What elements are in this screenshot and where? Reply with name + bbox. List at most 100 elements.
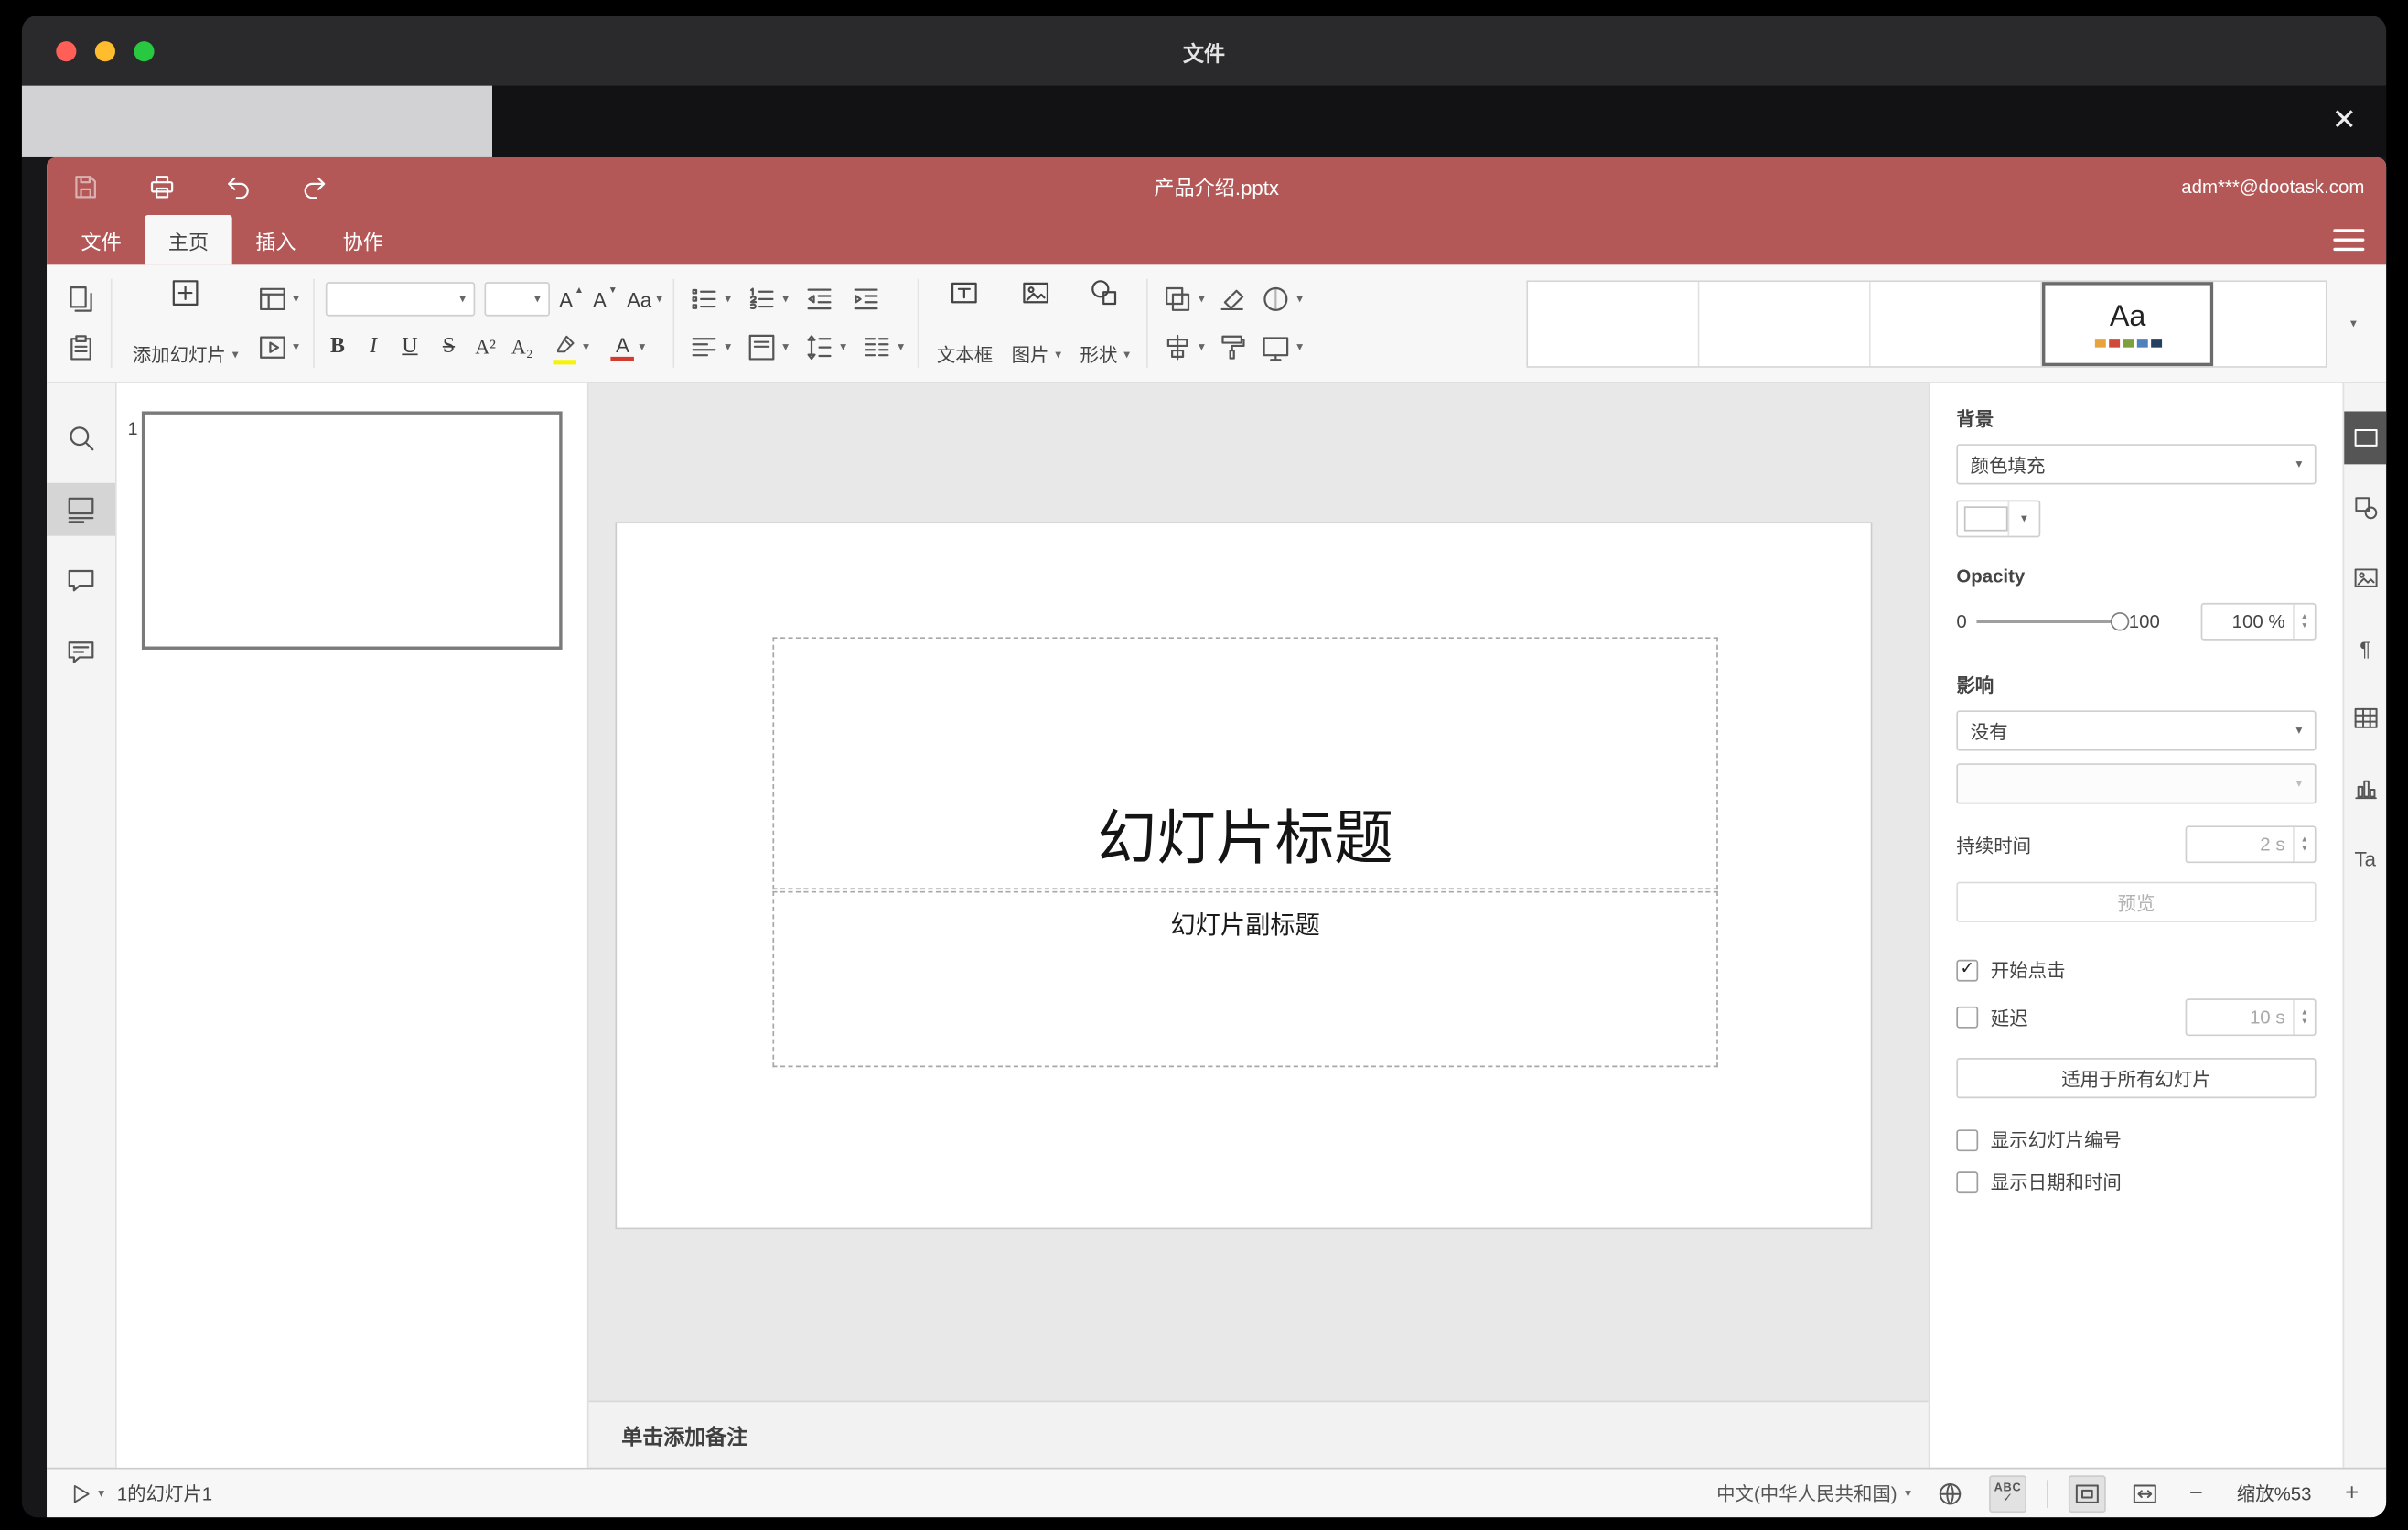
table-settings-tab[interactable]: [2344, 692, 2386, 745]
horizontal-align-button[interactable]: ▾: [686, 330, 735, 364]
color-scheme-button[interactable]: ▾: [1258, 282, 1306, 316]
highlight-color-button[interactable]: ▾: [549, 329, 593, 365]
superscript-button[interactable]: A²: [475, 335, 496, 360]
change-layout-button[interactable]: ▾: [254, 282, 303, 316]
close-preview-button[interactable]: ✕: [2321, 97, 2368, 144]
opacity-spinner[interactable]: 100 % ▲ ▼: [2200, 602, 2317, 641]
textart-settings-tab[interactable]: Ta: [2344, 832, 2386, 885]
strikeout-button[interactable]: S: [438, 335, 459, 360]
search-panel-button[interactable]: [47, 411, 115, 464]
underline-button[interactable]: U: [397, 335, 422, 360]
zoom-out-button[interactable]: −: [2184, 1480, 2209, 1506]
background-color-picker[interactable]: ▾: [1956, 500, 2041, 538]
decrease-font-button[interactable]: A ▼: [593, 286, 618, 310]
increase-indent-button[interactable]: [848, 282, 886, 316]
start-on-click-checkbox[interactable]: ✓ 开始点击: [1956, 956, 2316, 983]
clear-style-button[interactable]: [1214, 282, 1252, 316]
effect-type-select[interactable]: ▾: [1956, 763, 2317, 804]
undo-button[interactable]: [221, 169, 255, 203]
document-language-button[interactable]: 中文(中华人民共和国) ▾: [1716, 1480, 1911, 1506]
comments-panel-button[interactable]: [47, 555, 115, 608]
tab-home[interactable]: 主页: [145, 214, 232, 265]
slide-settings-tab[interactable]: [2344, 411, 2387, 465]
theme-tile-selected[interactable]: Aa: [2041, 281, 2214, 366]
slide-subtitle-placeholder[interactable]: 幻灯片副标题: [772, 890, 1718, 1068]
theme-gallery-expand-button[interactable]: ▾: [2337, 280, 2370, 367]
theme-tile[interactable]: [1699, 281, 1871, 366]
italic-button[interactable]: I: [365, 335, 382, 360]
opacity-slider[interactable]: [1975, 612, 2129, 631]
bullets-button[interactable]: ▾: [686, 282, 735, 316]
slide-canvas[interactable]: 幻灯片标题 幻灯片副标题: [589, 383, 1929, 1401]
spinner-arrows[interactable]: ▲ ▼: [2293, 827, 2315, 862]
preview-button[interactable]: 预览: [1956, 881, 2317, 922]
bold-button[interactable]: B: [326, 335, 349, 360]
spell-check-button[interactable]: ABC ✓: [1989, 1474, 2026, 1513]
font-name-combo[interactable]: ▾: [325, 282, 476, 317]
vertical-align-button[interactable]: ▾: [744, 330, 792, 364]
copy-style-button[interactable]: [1214, 330, 1252, 364]
effect-select[interactable]: 没有 ▾: [1956, 710, 2317, 751]
start-slideshow-button[interactable]: ▾: [254, 330, 303, 364]
copy-button[interactable]: [62, 282, 100, 316]
tab-collaboration[interactable]: 协作: [319, 215, 406, 264]
duration-spinner[interactable]: 2 s ▲ ▼: [2185, 825, 2317, 864]
print-button[interactable]: [145, 169, 178, 203]
background-fill-select[interactable]: 颜色填充 ▾: [1956, 444, 2317, 485]
insert-textbox-button[interactable]: 文本框: [928, 273, 1003, 374]
save-button[interactable]: [69, 169, 102, 203]
decrease-indent-button[interactable]: [801, 282, 839, 316]
slide-size-button[interactable]: ▾: [1258, 330, 1306, 364]
slides-panel-button[interactable]: [47, 482, 115, 536]
increase-font-button[interactable]: A ▲: [559, 286, 584, 310]
delay-checkbox[interactable]: ✓ 延迟: [1956, 1004, 2028, 1030]
theme-tile[interactable]: [1528, 281, 1700, 366]
start-slideshow-status-button[interactable]: ▾: [69, 1481, 104, 1505]
align-shape-button[interactable]: ▾: [1159, 330, 1208, 364]
chat-panel-button[interactable]: [47, 626, 115, 679]
opacity-slider-knob[interactable]: [2110, 612, 2129, 631]
zoom-in-button[interactable]: +: [2339, 1480, 2364, 1506]
shape-settings-tab[interactable]: [2344, 481, 2386, 534]
image-settings-tab[interactable]: [2344, 552, 2386, 605]
set-language-button[interactable]: [1931, 1474, 1969, 1512]
subscript-button[interactable]: A₂: [511, 335, 533, 360]
slide-title-placeholder[interactable]: 幻灯片标题: [772, 637, 1718, 890]
redo-button[interactable]: [297, 169, 331, 203]
show-slide-number-checkbox[interactable]: ✓ 显示幻灯片编号: [1956, 1126, 2316, 1153]
add-slide-button[interactable]: 添加幻灯片 ▾: [120, 273, 251, 374]
status-divider: [2047, 1479, 2048, 1508]
show-date-time-checkbox[interactable]: ✓ 显示日期和时间: [1956, 1169, 2316, 1195]
spinner-arrows[interactable]: ▲ ▼: [2293, 604, 2315, 640]
quick-access-buttons: [69, 169, 332, 203]
slide[interactable]: 幻灯片标题 幻灯片副标题: [615, 522, 1873, 1230]
slide-thumbnail[interactable]: [141, 411, 563, 650]
font-size-combo[interactable]: ▾: [484, 282, 551, 317]
apply-to-all-slides-button[interactable]: 适用于所有幻灯片: [1956, 1057, 2317, 1099]
spinner-arrows[interactable]: ▲ ▼: [2293, 1000, 2315, 1035]
duration-row: 持续时间 2 s ▲ ▼: [1956, 825, 2317, 864]
theme-tile[interactable]: [1870, 281, 2042, 366]
menu-button[interactable]: [2333, 229, 2365, 252]
theme-tile[interactable]: [2213, 281, 2326, 366]
notes-area[interactable]: 单击添加备注: [588, 1400, 1929, 1468]
insert-shape-button[interactable]: 形状 ▾: [1070, 273, 1139, 374]
delay-spinner[interactable]: 10 s ▲ ▼: [2185, 998, 2317, 1037]
minimize-window-button[interactable]: [94, 40, 115, 61]
arrange-shape-button[interactable]: ▾: [1159, 282, 1208, 316]
columns-button[interactable]: ▾: [859, 330, 908, 364]
close-window-button[interactable]: [56, 40, 77, 61]
chart-settings-tab[interactable]: [2344, 762, 2386, 815]
numbering-button[interactable]: ▾: [744, 282, 792, 316]
tab-file[interactable]: 文件: [58, 215, 145, 264]
insert-image-button[interactable]: 图片 ▾: [1002, 273, 1070, 374]
line-spacing-button[interactable]: ▾: [801, 330, 850, 364]
fit-width-button[interactable]: [2126, 1474, 2164, 1512]
fit-slide-button[interactable]: [2068, 1474, 2106, 1513]
change-case-button[interactable]: Aa ▾: [627, 287, 662, 311]
paste-button[interactable]: [62, 330, 100, 364]
font-color-button[interactable]: A ▾: [607, 332, 648, 361]
paragraph-settings-tab[interactable]: ¶: [2344, 621, 2386, 674]
tab-insert[interactable]: 插入: [232, 215, 319, 264]
zoom-window-button[interactable]: [134, 40, 155, 61]
